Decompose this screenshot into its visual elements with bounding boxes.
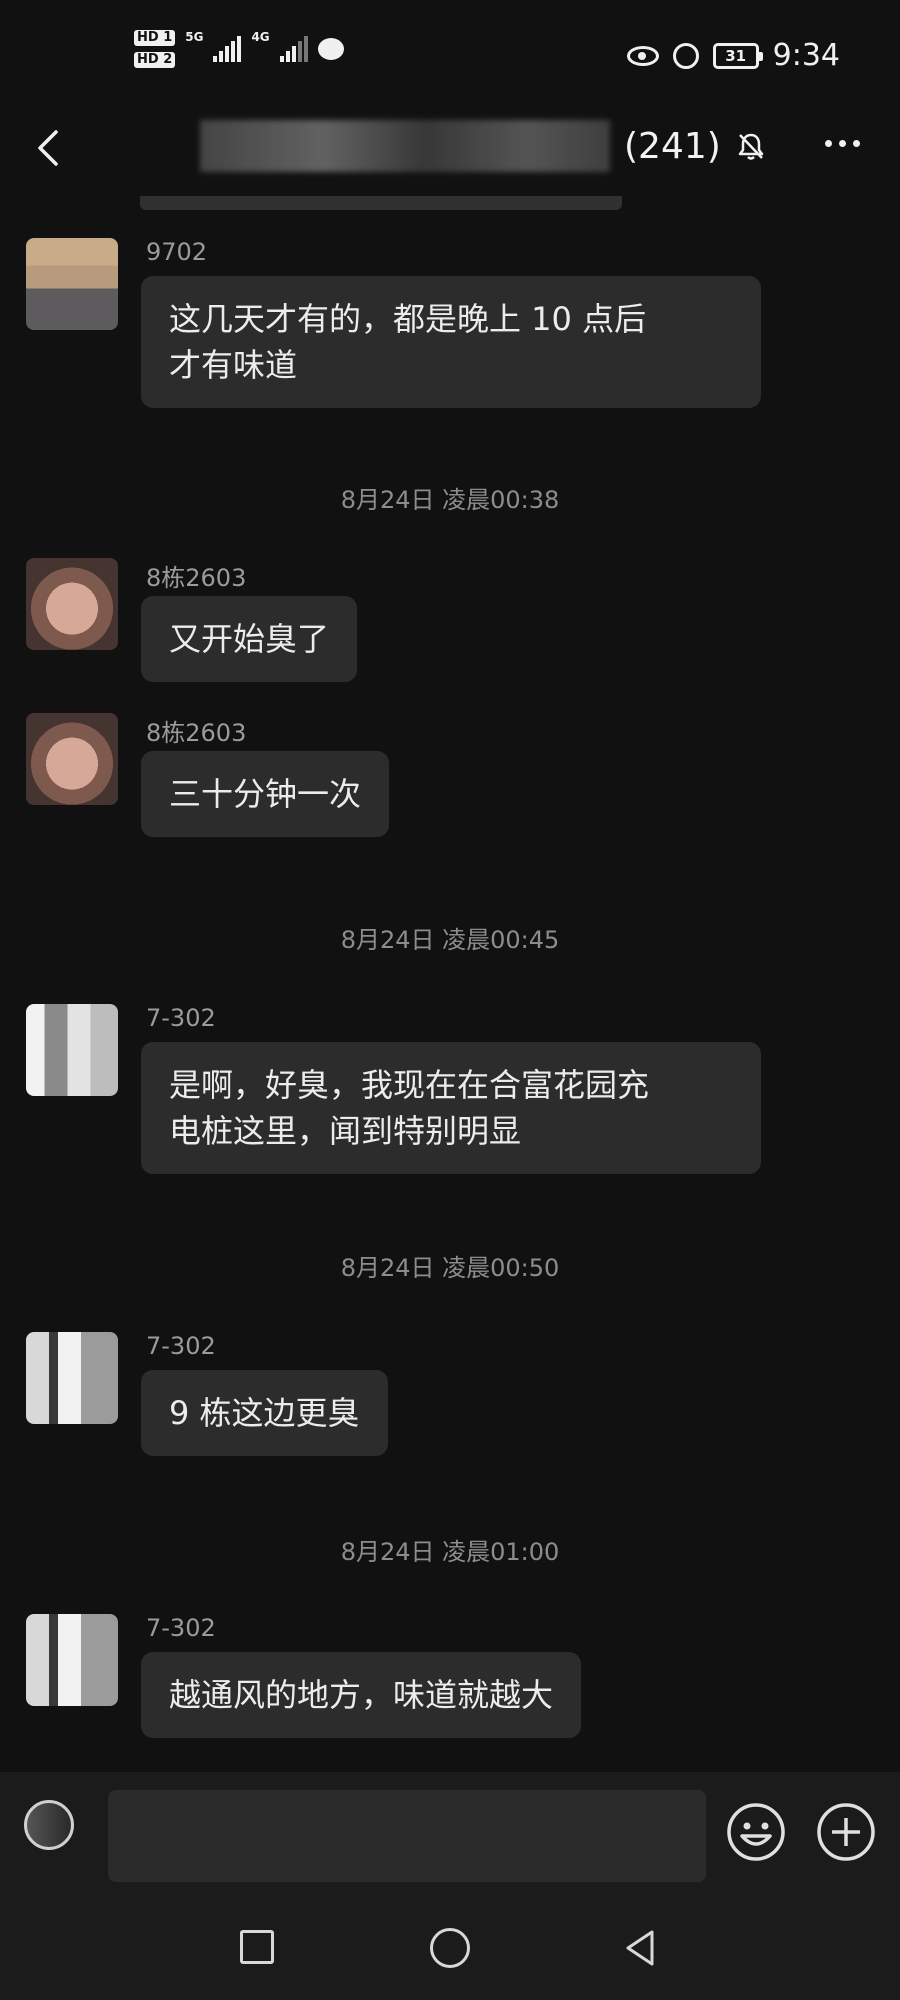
chat-title[interactable]: (241): [200, 120, 767, 172]
back-nav-icon[interactable]: [620, 1928, 660, 1968]
message-bubble[interactable]: 9 栋这边更臭: [141, 1370, 388, 1456]
network-5g-label: 5G: [185, 30, 204, 44]
sender-name: 7-302: [146, 1332, 216, 1360]
member-count: (241): [624, 125, 721, 167]
message-item: 7-302 9 栋这边更臭: [26, 1332, 876, 1472]
timestamp: 8月24日 凌晨01:00: [340, 1538, 560, 1566]
signal-5g-icon: [213, 36, 242, 62]
signal-4g-icon: [279, 36, 308, 62]
message-line: 才有味道: [169, 346, 298, 384]
hd1-badge: HD 1: [134, 30, 176, 46]
message-item: 7-302 是啊，好臭，我现在在合富花园充 电桩这里，闻到特别明显: [26, 1004, 876, 1184]
message-bubble[interactable]: 这几天才有的，都是晚上 10 点后 才有味道: [141, 276, 761, 408]
battery-icon: 31: [712, 42, 763, 69]
clock: 9:34: [772, 38, 840, 73]
message-item: 7-302 越通风的地方，味道就越大: [26, 1614, 876, 1754]
avatar[interactable]: [26, 1614, 118, 1706]
home-icon[interactable]: [430, 1928, 470, 1968]
status-bar: HD 1 HD 2 5G 4G 31 9:34: [0, 0, 900, 110]
mute-bell-icon: [738, 133, 764, 160]
avatar[interactable]: [26, 238, 118, 330]
message-item: 8栋2603 又开始臭了: [26, 558, 876, 698]
message-input[interactable]: [108, 1790, 706, 1882]
message-bubble[interactable]: 是啊，好臭，我现在在合富花园充 电桩这里，闻到特别明显: [141, 1042, 761, 1174]
hd-indicators: HD 1 HD 2: [134, 30, 176, 68]
input-bar: [0, 1772, 900, 1900]
avatar[interactable]: [26, 713, 118, 805]
message-line: 这几天才有的，都是晚上 10 点后: [169, 300, 647, 338]
message-item: 8栋2603 三十分钟一次: [26, 713, 876, 853]
eye-icon: [626, 45, 659, 66]
emoji-icon[interactable]: [726, 1802, 786, 1862]
recent-apps-icon[interactable]: [240, 1930, 274, 1964]
avatar[interactable]: [26, 1004, 118, 1096]
status-left-group: HD 1 HD 2 5G 4G: [134, 30, 344, 68]
message-icon: [317, 38, 344, 60]
chat-header: (241): [0, 110, 900, 210]
message-line: 是啊，好臭，我现在在合富花园充: [169, 1066, 650, 1104]
message-line: 越通风的地方，味道就越大: [169, 1676, 554, 1714]
timestamp: 8月24日 凌晨00:50: [340, 1254, 560, 1282]
timestamp: 8月24日 凌晨00:45: [340, 926, 560, 954]
sender-name: 8栋2603: [146, 719, 247, 747]
avatar[interactable]: [26, 558, 118, 650]
message-line: 9 栋这边更臭: [169, 1394, 360, 1432]
message-line: 又开始臭了: [169, 620, 330, 658]
status-right-group: 31 9:34: [626, 38, 840, 73]
avatar[interactable]: [26, 1332, 118, 1424]
previous-message-edge: [140, 196, 622, 210]
back-icon[interactable]: [30, 128, 70, 168]
sender-name: 7-302: [146, 1614, 216, 1642]
message-bubble[interactable]: 又开始臭了: [141, 596, 358, 682]
plus-icon[interactable]: [816, 1802, 876, 1862]
message-bubble[interactable]: 越通风的地方，味道就越大: [141, 1652, 582, 1738]
message-item: 9702 这几天才有的，都是晚上 10 点后 才有味道: [26, 238, 876, 418]
sender-name: 9702: [146, 238, 208, 266]
sender-name: 8栋2603: [146, 564, 247, 592]
message-bubble[interactable]: 三十分钟一次: [141, 751, 390, 837]
message-line: 三十分钟一次: [169, 775, 362, 813]
more-icon[interactable]: [825, 140, 860, 147]
alarm-icon: [672, 42, 699, 69]
system-nav-bar: [0, 1900, 900, 2000]
sender-name: 7-302: [146, 1004, 216, 1032]
blurred-group-name: [200, 120, 610, 172]
voice-icon[interactable]: [24, 1800, 74, 1850]
timestamp: 8月24日 凌晨00:38: [340, 486, 560, 514]
network-4g-label: 4G: [251, 30, 270, 44]
hd2-badge: HD 2: [134, 52, 176, 68]
message-line: 电桩这里，闻到特别明显: [169, 1112, 522, 1150]
